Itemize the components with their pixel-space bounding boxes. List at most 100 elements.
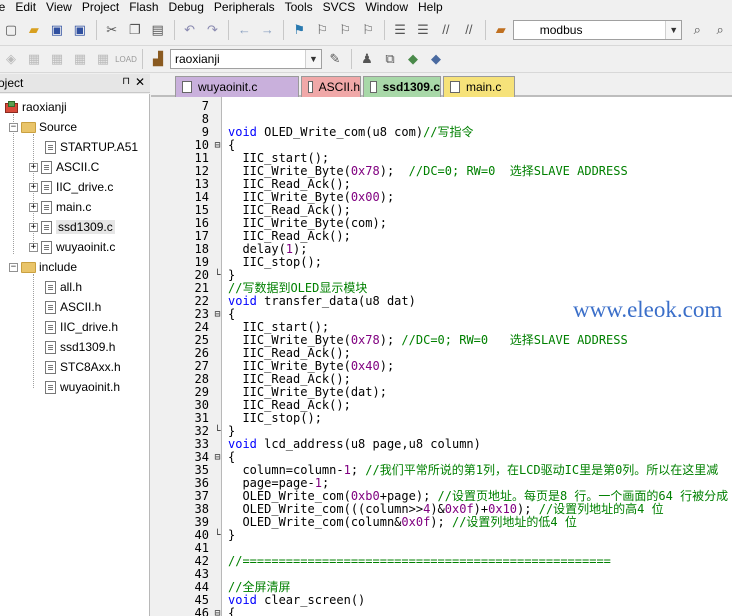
tree-group-label: include	[39, 260, 78, 274]
menu-project[interactable]: Project	[82, 0, 129, 14]
tree-group-source[interactable]: − Source	[9, 117, 77, 137]
close-icon[interactable]: ✕	[135, 75, 145, 89]
menu-file[interactable]: le	[0, 0, 15, 14]
code-line[interactable]: 9 void OLED_Write_com(u8 com)//写指令	[202, 126, 732, 139]
bookmark-prev-icon[interactable]: ⚐	[311, 19, 333, 41]
toolbar-separator	[228, 19, 230, 40]
nav-forward-icon[interactable]: →	[256, 19, 278, 41]
code-line[interactable]: 43	[195, 568, 732, 581]
tree-file[interactable]: wuyaoinit.h	[45, 377, 120, 397]
tree-file[interactable]: + IIC_drive.c	[29, 177, 113, 197]
build-icon[interactable]: ▦	[23, 48, 45, 70]
bookmark-clear-icon[interactable]: ⚐	[357, 19, 379, 41]
collapse-icon[interactable]: −	[9, 262, 18, 272]
fold-collapse-icon[interactable]: ⊟	[213, 607, 222, 616]
tree-file[interactable]: + ASCII.C	[29, 157, 99, 177]
tree-file[interactable]: IIC_drive.h	[45, 317, 118, 337]
tree-file-selected[interactable]: + ssd1309.c	[29, 217, 115, 237]
menu-svcs[interactable]: SVCS	[323, 0, 366, 14]
tree-file[interactable]: STC8Axx.h	[45, 357, 121, 377]
menu-peripherals[interactable]: Peripherals	[214, 0, 285, 14]
target-combo[interactable]: modbus ▼	[512, 19, 683, 40]
open-folder-icon[interactable]: ▰	[23, 19, 45, 41]
redo-icon[interactable]: ↷	[202, 19, 224, 41]
menu-help[interactable]: Help	[418, 0, 453, 14]
chevron-down-icon: ▼	[665, 20, 682, 39]
load-icon[interactable]: LOAD	[115, 48, 137, 70]
tree-file[interactable]: all.h	[45, 277, 82, 297]
find-icon[interactable]: ⌕	[686, 19, 708, 41]
project-target-combo[interactable]: raoxianji ▼	[170, 49, 322, 69]
diamond-blue-icon[interactable]: ◆	[425, 48, 447, 70]
code-area[interactable]: 7 8 9 void OLED_Write_com(u8 com)//写指令 10 ⊟{1…	[195, 97, 732, 616]
code-line[interactable]: 42//====================================…	[195, 555, 732, 568]
code-line[interactable]: 33 void lcd_address(u8 page,u8 column)	[195, 438, 732, 451]
code-line[interactable]: 46 ⊟ {	[195, 607, 732, 616]
menu-debug[interactable]: Debug	[169, 0, 214, 14]
incremental-find-icon[interactable]: ⌕	[709, 19, 731, 41]
tree-file-label: all.h	[60, 280, 83, 294]
tab-main[interactable]: main.c	[443, 76, 515, 97]
code-editor[interactable]: 7 8 9 void OLED_Write_com(u8 com)//写指令 10 ⊟{1…	[151, 97, 732, 616]
multi-project-icon[interactable]: ⧉	[379, 48, 401, 70]
tree-file[interactable]: + wuyaoinit.c	[29, 237, 115, 257]
rebuild-icon[interactable]: ▦	[46, 48, 68, 70]
code-line[interactable]: 45 void clear_screen()	[195, 594, 732, 607]
save-icon[interactable]: ▣	[46, 19, 68, 41]
tree-file[interactable]: ASCII.h	[45, 297, 101, 317]
new-file-icon[interactable]: ▢	[0, 19, 22, 41]
code-line[interactable]: 19 IIC_stop();	[195, 256, 732, 269]
fold-collapse-icon[interactable]: ⊟	[213, 139, 222, 152]
main-toolbar: ▢ ▰ ▣ ▣ ✂ ❐ ▤ ↶ ↷ ← → ⚑ ⚐ ⚐ ⚐ ☰ ☰ // // …	[0, 14, 732, 46]
menu-view[interactable]: View	[46, 0, 82, 14]
tree-file[interactable]: + main.c	[29, 197, 91, 217]
tab-wuyaoinit[interactable]: wuyaoinit.c	[175, 76, 299, 97]
fold-collapse-icon[interactable]: ⊟	[213, 451, 222, 464]
uncomment-icon[interactable]: //	[458, 19, 480, 41]
code-line[interactable]: 39 OLED_Write_com(column&0x0f); //设置列地址的…	[195, 516, 732, 529]
expand-icon[interactable]: +	[29, 202, 38, 212]
expand-icon[interactable]: +	[29, 182, 38, 192]
unindent-icon[interactable]: ☰	[412, 19, 434, 41]
find-in-files-icon[interactable]: ▰	[490, 19, 512, 41]
expand-icon[interactable]: +	[29, 162, 38, 172]
collapse-icon[interactable]: −	[9, 122, 18, 132]
code-line[interactable]: 31 IIC_stop();	[195, 412, 732, 425]
pin-icon[interactable]: ⊓	[122, 76, 130, 87]
menu-edit[interactable]: Edit	[15, 0, 46, 14]
options-wand-icon[interactable]: ✎	[324, 48, 346, 70]
save-all-icon[interactable]: ▣	[69, 19, 91, 41]
manage-components-icon[interactable]: ♟	[356, 48, 378, 70]
tab-ascii[interactable]: ASCII.h	[301, 76, 361, 97]
menu-flash[interactable]: Flash	[129, 0, 168, 14]
bookmark-icon[interactable]: ⚑	[288, 19, 310, 41]
comment-icon[interactable]: //	[435, 19, 457, 41]
expand-icon[interactable]: +	[29, 242, 38, 252]
expand-icon[interactable]: +	[29, 222, 38, 232]
paste-icon[interactable]: ▤	[147, 19, 169, 41]
tree-group-include[interactable]: − include	[9, 257, 77, 277]
tree-file[interactable]: ssd1309.h	[45, 337, 115, 357]
menu-tools[interactable]: Tools	[285, 0, 323, 14]
menu-window[interactable]: Window	[365, 0, 418, 14]
file-icon	[45, 280, 56, 294]
tree-root[interactable]: raoxianji	[4, 97, 67, 117]
fold-collapse-icon[interactable]: ⊟	[213, 308, 222, 321]
target-options-icon[interactable]: ▟	[147, 48, 169, 70]
tab-label: ssd1309.c	[382, 80, 440, 94]
cut-icon[interactable]: ✂	[101, 19, 123, 41]
code-line[interactable]: 40 └}	[195, 529, 732, 542]
file-icon	[41, 160, 52, 174]
nav-back-icon[interactable]: ←	[233, 19, 255, 41]
stop-build-icon[interactable]: ▦	[92, 48, 114, 70]
diamond-green-icon[interactable]: ◆	[402, 48, 424, 70]
bookmark-next-icon[interactable]: ⚐	[334, 19, 356, 41]
translate-icon[interactable]: ◈	[0, 48, 22, 70]
undo-icon[interactable]: ↶	[179, 19, 201, 41]
batch-build-icon[interactable]: ▦	[69, 48, 91, 70]
code-line[interactable]: 7	[202, 100, 732, 113]
indent-icon[interactable]: ☰	[389, 19, 411, 41]
tree-file[interactable]: STARTUP.A51	[45, 137, 138, 157]
copy-icon[interactable]: ❐	[124, 19, 146, 41]
tab-ssd1309[interactable]: ssd1309.c	[363, 76, 441, 97]
